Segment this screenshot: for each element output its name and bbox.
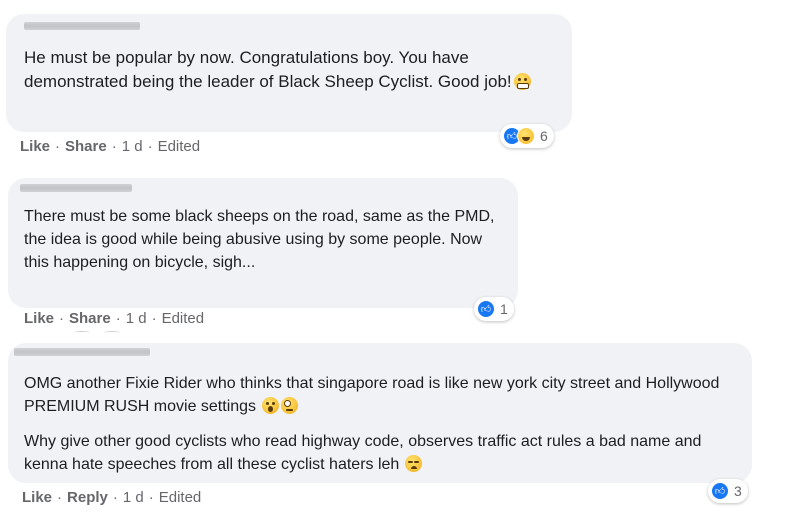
reply-button[interactable]: Reply — [67, 489, 108, 506]
edited-label[interactable]: Edited — [159, 489, 202, 506]
reaction-summary[interactable]: 👍︎ 3 — [708, 479, 748, 503]
like-icon: 👍︎ — [711, 482, 729, 500]
astonished-emoji — [262, 397, 280, 414]
timestamp[interactable]: 1 d — [123, 489, 144, 506]
reaction-count: 3 — [734, 483, 742, 499]
like-button[interactable]: Like — [22, 489, 52, 506]
comment-3: OMG another Fixie Rider who thinks that … — [0, 0, 800, 519]
comment-text-paragraph-1: OMG another Fixie Rider who thinks that … — [24, 375, 720, 415]
disappointed-emoji — [405, 455, 423, 472]
face-with-rolling-eyes-emoji — [281, 397, 299, 414]
comment-actions: Like · Reply · 1 d · Edited — [22, 489, 202, 506]
comment-text-paragraph-2: Why give other good cyclists who read hi… — [24, 433, 702, 473]
redacted-author-name — [14, 348, 150, 356]
